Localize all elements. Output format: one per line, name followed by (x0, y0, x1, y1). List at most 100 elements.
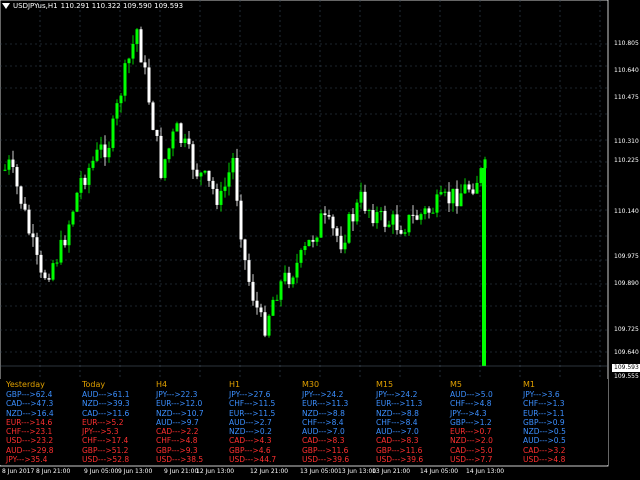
strength-row: NZD--->0.2 (229, 427, 272, 437)
strength-row: CAD--->5.0 (450, 445, 493, 455)
candle-body (319, 213, 323, 238)
strength-row: AUD--->5.0 (450, 390, 493, 399)
candle-body (387, 224, 391, 227)
strength-row: JPY--->22.3 (156, 390, 198, 399)
candle-body (123, 63, 127, 96)
candle-body (335, 228, 339, 236)
candle-body (443, 191, 447, 193)
strength-row: EUR--->11.3 (302, 399, 349, 409)
strength-column-title: M5 (450, 380, 462, 389)
strength-row: CAD--->11.6 (82, 408, 130, 418)
price-axis-label: 109.555 (614, 373, 639, 380)
strength-column: Today AUD--->61.1 NZD--->39.3 CAD--->11.6 EU… (82, 379, 154, 464)
strength-column: Yesterday GBP--->62.4 CAD--->47.3 NZD--->16… (6, 379, 78, 464)
candle-body (339, 235, 343, 250)
candle-body (455, 188, 459, 207)
strength-row: CAD--->4.3 (229, 436, 272, 446)
candle-body (163, 159, 167, 178)
strength-column-title: H4 (156, 380, 168, 389)
candle-body (7, 159, 11, 170)
candle-body (139, 29, 143, 63)
strength-row: CAD--->2.2 (156, 427, 199, 437)
candle-body (115, 103, 119, 119)
strength-row: JPY--->3.6 (523, 390, 560, 399)
strength-row: JPY--->4.3 (450, 408, 487, 418)
candle-body (191, 144, 195, 170)
candle-body (79, 177, 83, 193)
strength-row: CHF--->23.1 (6, 427, 53, 437)
strength-row: NZD--->16.4 (6, 408, 54, 418)
candle-body (71, 211, 75, 225)
price-axis-label: 109.975 (614, 253, 639, 260)
time-axis-label: 13 Jun 13:00 (338, 468, 377, 475)
candle-body (167, 148, 171, 160)
strength-row: AUD--->0.5 (523, 436, 566, 446)
candle-body (255, 300, 259, 308)
candle-body (287, 272, 291, 285)
candle-body (295, 262, 299, 278)
strength-row: GBP--->11.6 (376, 445, 423, 455)
candle-body (171, 131, 175, 149)
candle-body (391, 214, 395, 225)
candle-body (275, 299, 279, 301)
candle-body (347, 214, 351, 243)
currency-strength-panel: Yesterday GBP--->62.4 CAD--->47.3 NZD--->16… (0, 379, 608, 465)
candle-body (363, 191, 367, 211)
strength-row: CAD--->8.3 (376, 436, 419, 446)
symbol-dropdown-icon[interactable] (2, 3, 10, 9)
time-axis-label: 9 Jun 13:00 (118, 468, 153, 475)
time-axis-label: 8 Jun 21:00 (36, 468, 71, 475)
strength-column: M30 JPY--->24.2 EUR--->11.3 NZD--->8.8 CHF--… (302, 379, 374, 464)
strength-row: NZD--->0.5 (523, 427, 566, 437)
time-axis-label: 14 Jun 05:00 (420, 468, 459, 475)
ohlc-label: 110.291 110.322 109.590 109.593 (60, 2, 184, 10)
price-axis-label: 110.640 (614, 67, 639, 74)
candle-body (23, 203, 27, 210)
candle-body (279, 281, 283, 300)
strength-column: H4 JPY--->22.3 EUR--->12.0 NZD--->10.7 AUD--… (156, 379, 228, 464)
candle-body (27, 209, 31, 234)
strength-row: GBP--->11.6 (302, 445, 349, 455)
strength-row: AUD--->61.1 (82, 390, 130, 399)
candle-body (103, 144, 107, 158)
candle-body (307, 239, 311, 247)
price-axis-label: 110.310 (614, 138, 639, 145)
strength-row: USD--->4.8 (523, 455, 566, 465)
candle-body (67, 224, 71, 246)
candle-body (119, 95, 123, 104)
time-axis-label: 13 Jun 21:00 (372, 468, 411, 475)
candle-body (423, 208, 427, 215)
candle-body (271, 299, 275, 316)
candle-body (231, 157, 235, 173)
strength-row: EUR--->14.6 (6, 417, 53, 427)
strength-column: M15 JPY--->24.2 EUR--->11.3 NZD--->8.8 CHF--… (376, 379, 448, 464)
strength-row: AUD--->7.0 (302, 427, 345, 437)
current-price-badge: 109.593 (612, 364, 640, 372)
candle-body (379, 210, 383, 213)
candle-body (475, 182, 479, 194)
strength-row: JPY--->24.2 (376, 390, 418, 399)
strength-row: USD--->44.7 (229, 455, 277, 465)
strength-row: USD--->38.5 (156, 455, 204, 465)
strength-row: CAD--->47.3 (6, 399, 54, 409)
strength-row: GBP--->0.9 (523, 417, 565, 427)
candle-body (415, 215, 419, 220)
candle-body (239, 200, 243, 240)
candle-body (95, 149, 99, 161)
candle-body (427, 208, 431, 213)
time-axis-label: 13 Jun 05:00 (300, 468, 339, 475)
candle-body (311, 239, 315, 242)
candle-body (482, 168, 486, 366)
candle-body (375, 212, 379, 224)
candle-body (155, 129, 159, 136)
chart-header: USDJPYus,H1 110.291 110.322 109.590 109.… (2, 2, 183, 10)
strength-row: JPY--->24.2 (302, 390, 344, 399)
strength-row: AUD--->29.8 (6, 445, 54, 455)
candle-body (131, 43, 135, 59)
candle-body (99, 144, 103, 150)
candle-body (195, 169, 199, 177)
strength-column-title: M30 (302, 380, 320, 389)
price-axis-label: 109.890 (614, 280, 639, 287)
candle-body (19, 186, 23, 204)
candle-body (315, 237, 319, 242)
